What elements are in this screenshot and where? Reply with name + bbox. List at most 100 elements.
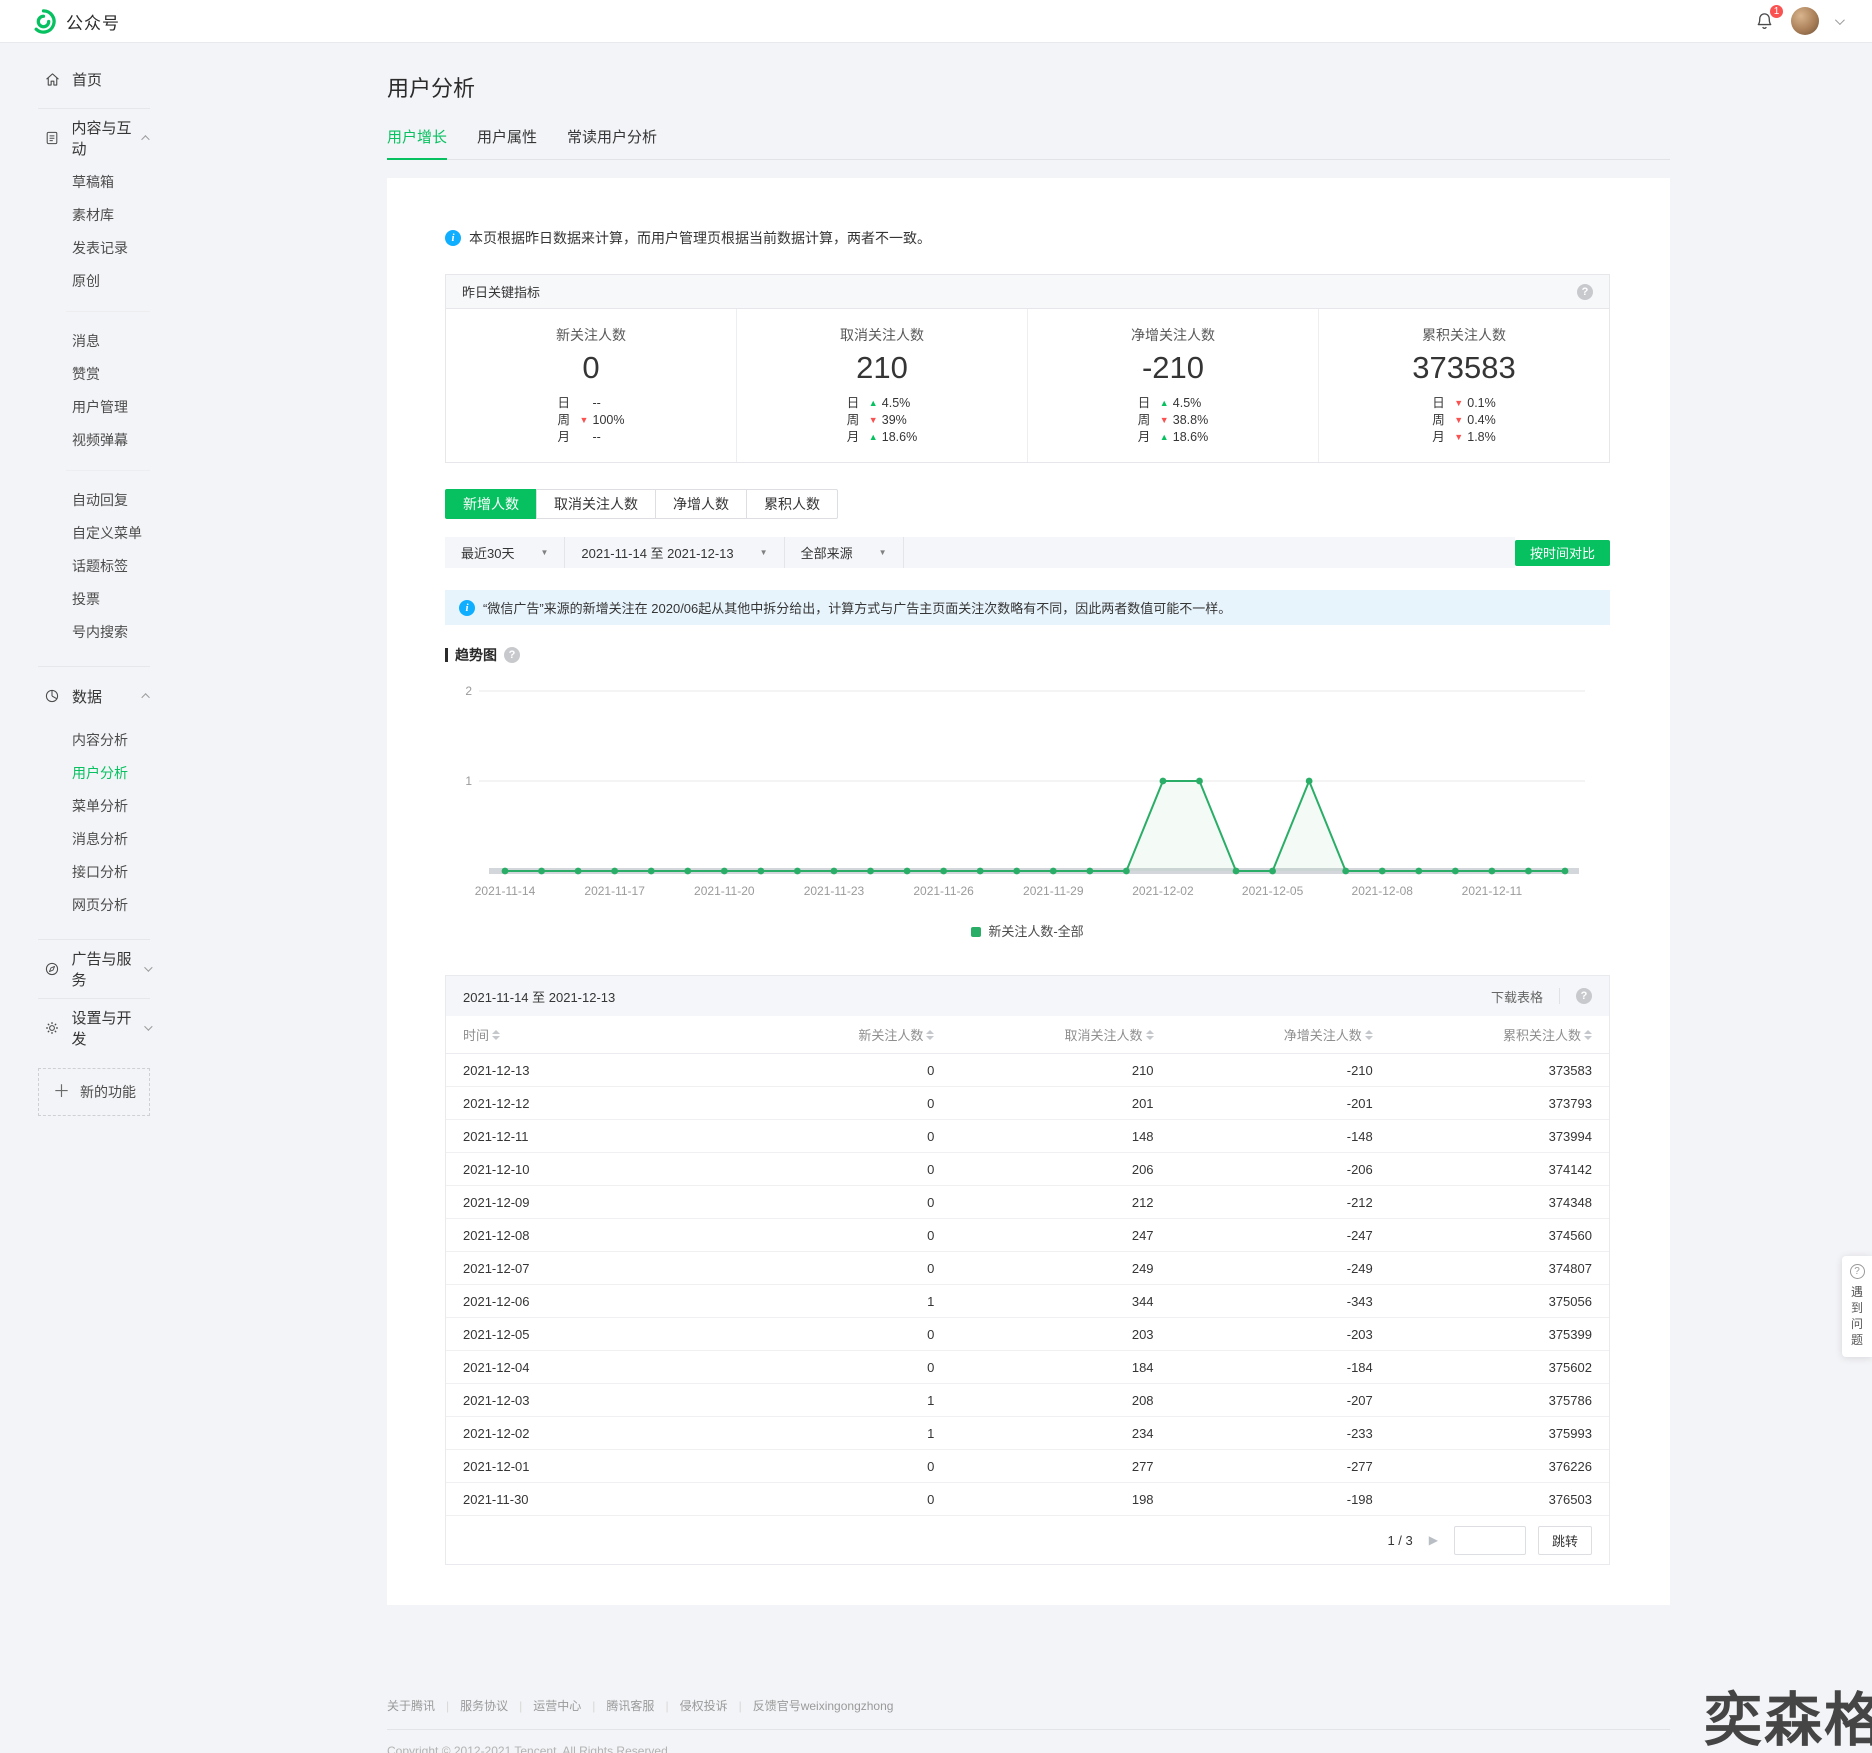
trend-row: 周 ▼ 0.4% bbox=[1432, 412, 1496, 429]
trend-row: 月 -- bbox=[558, 429, 625, 446]
table-cell: 1 bbox=[715, 1393, 934, 1408]
table-cell: -184 bbox=[1154, 1360, 1373, 1375]
tab-user-attributes[interactable]: 用户属性 bbox=[477, 126, 537, 160]
table-cell: 376503 bbox=[1373, 1492, 1592, 1507]
divider bbox=[38, 998, 150, 999]
column-header-sort[interactable]: 时间 bbox=[463, 1025, 500, 1044]
notifications-button[interactable]: 1 bbox=[1754, 11, 1775, 32]
compare-by-time-button[interactable]: 按时间对比 bbox=[1515, 540, 1610, 566]
sidebar-item-web-analysis[interactable]: 网页分析 bbox=[0, 889, 180, 922]
sidebar-item-drafts[interactable]: 草稿箱 bbox=[0, 166, 180, 199]
sidebar-item-topic-tags[interactable]: 话题标签 bbox=[0, 550, 180, 583]
svg-text:2021-11-14: 2021-11-14 bbox=[475, 884, 536, 898]
notification-badge: 1 bbox=[1769, 4, 1784, 19]
range-preset-dropdown[interactable]: 最近30天 ▼ bbox=[445, 537, 565, 568]
sidebar-item-user-analysis[interactable]: 用户分析 bbox=[0, 757, 180, 790]
sidebar-item-rewards[interactable]: 赞赏 bbox=[0, 358, 180, 391]
column-header-sort[interactable]: 取消关注人数 bbox=[934, 1025, 1153, 1044]
sidebar-item-in-account-search[interactable]: 号内搜索 bbox=[0, 616, 180, 649]
metric-tab-unfollow[interactable]: 取消关注人数 bbox=[536, 489, 656, 519]
source-dropdown[interactable]: 全部来源 ▼ bbox=[785, 537, 904, 568]
sidebar-item-original[interactable]: 原创 bbox=[0, 265, 180, 298]
sidebar-item-auto-reply[interactable]: 自动回复 bbox=[0, 484, 180, 517]
table-header-row: 时间 新关注人数 取消关注人数 净增关注人数 累积关注人数 bbox=[446, 1016, 1609, 1054]
metric-tab-new-followers[interactable]: 新增人数 bbox=[445, 489, 537, 519]
sidebar-item-content-analysis[interactable]: 内容分析 bbox=[0, 724, 180, 757]
sidebar-item-new-features[interactable]: ＋ 新的功能 bbox=[38, 1068, 150, 1116]
column-header-sort[interactable]: 累积关注人数 bbox=[1373, 1025, 1592, 1044]
metric-value: 0 bbox=[446, 349, 736, 387]
footer-link[interactable]: 运营中心 bbox=[533, 1697, 581, 1714]
sidebar-item-message-analysis[interactable]: 消息分析 bbox=[0, 823, 180, 856]
chart-legend[interactable]: 新关注人数-全部 bbox=[445, 921, 1610, 945]
sidebar-section-settings-dev[interactable]: 设置与开发 bbox=[0, 1016, 180, 1040]
page-jump-input[interactable] bbox=[1454, 1526, 1526, 1555]
sidebar-section-content-interaction[interactable]: 内容与互动 bbox=[0, 126, 180, 150]
table-cell: 148 bbox=[934, 1129, 1153, 1144]
watermark: 奕森格 bbox=[1704, 1673, 1872, 1753]
help-icon[interactable]: ? bbox=[1577, 284, 1593, 300]
sidebar-item-video-danmu[interactable]: 视频弹幕 bbox=[0, 424, 180, 457]
chevron-down-icon bbox=[144, 1022, 152, 1030]
arrow-down-icon: ▼ bbox=[1160, 412, 1173, 429]
table-cell: -203 bbox=[1154, 1327, 1373, 1342]
page-jump-button[interactable]: 跳转 bbox=[1538, 1526, 1592, 1555]
metric-tab-net-growth[interactable]: 净增人数 bbox=[655, 489, 747, 519]
sidebar-item-vote[interactable]: 投票 bbox=[0, 583, 180, 616]
tab-user-growth[interactable]: 用户增长 bbox=[387, 126, 447, 160]
source-value: 全部来源 bbox=[801, 543, 853, 562]
tab-regular-reader-analysis[interactable]: 常读用户分析 bbox=[567, 126, 657, 160]
table-row: 2021-12-070249-249374807 bbox=[446, 1252, 1609, 1285]
help-icon[interactable]: ? bbox=[504, 647, 520, 663]
filter-bar: 最近30天 ▼ 2021-11-14 至 2021-12-13 ▼ 全部来源 ▼ bbox=[445, 537, 1515, 568]
column-header-sort[interactable]: 净增关注人数 bbox=[1154, 1025, 1373, 1044]
table-cell: 2021-12-02 bbox=[463, 1426, 715, 1441]
sort-icon bbox=[1584, 1030, 1592, 1040]
chevron-down-icon[interactable] bbox=[1835, 15, 1845, 25]
sort-icon bbox=[926, 1030, 934, 1040]
trend-row: 周 ▼ 100% bbox=[558, 412, 625, 429]
help-icon[interactable]: ? bbox=[1576, 988, 1592, 1004]
sidebar-item-api-analysis[interactable]: 接口分析 bbox=[0, 856, 180, 889]
table-cell: 2021-12-04 bbox=[463, 1360, 715, 1375]
sidebar-item-user-management[interactable]: 用户管理 bbox=[0, 391, 180, 424]
table-cell: 373583 bbox=[1373, 1063, 1592, 1078]
download-table-button[interactable]: 下载表格 bbox=[1491, 987, 1543, 1006]
next-page-button[interactable]: ▶ bbox=[1425, 1529, 1442, 1551]
brand[interactable]: 公众号 bbox=[30, 8, 120, 35]
footer-link[interactable]: 腾讯客服 bbox=[606, 1697, 654, 1714]
footer: 关于腾讯|服务协议|运营中心|腾讯客服|侵权投诉|反馈官号weixingongz… bbox=[387, 1697, 1670, 1753]
compass-icon bbox=[44, 961, 60, 978]
svg-text:2021-11-26: 2021-11-26 bbox=[913, 884, 974, 898]
divider bbox=[66, 311, 150, 312]
table-cell: 2021-12-12 bbox=[463, 1096, 715, 1111]
brand-title: 公众号 bbox=[66, 9, 120, 34]
metric-tabs: 新增人数取消关注人数净增人数累积人数 bbox=[445, 489, 838, 519]
divider bbox=[387, 1729, 1670, 1730]
sidebar-item-material-library[interactable]: 素材库 bbox=[0, 199, 180, 232]
sidebar-section-data[interactable]: 数据 bbox=[0, 684, 180, 708]
date-range-dropdown[interactable]: 2021-11-14 至 2021-12-13 ▼ bbox=[565, 537, 784, 568]
metric-tab-cumulative[interactable]: 累积人数 bbox=[746, 489, 838, 519]
avatar[interactable] bbox=[1791, 7, 1819, 35]
sidebar-item-custom-menu[interactable]: 自定义菜单 bbox=[0, 517, 180, 550]
footer-link[interactable]: 侵权投诉 bbox=[680, 1697, 728, 1714]
footer-link[interactable]: 反馈官号weixingongzhong bbox=[753, 1697, 894, 1714]
ad-source-notice-text: “微信广告”来源的新增关注在 2020/06起从其他中拆分给出，计算方式与广告主… bbox=[483, 598, 1231, 617]
separator: | bbox=[592, 1699, 595, 1713]
footer-link[interactable]: 服务协议 bbox=[460, 1697, 508, 1714]
feedback-widget[interactable]: ? 遇到问题 bbox=[1842, 1256, 1872, 1357]
table-cell: -148 bbox=[1154, 1129, 1373, 1144]
column-header-sort[interactable]: 新关注人数 bbox=[715, 1025, 934, 1044]
document-icon bbox=[44, 130, 60, 147]
footer-link[interactable]: 关于腾讯 bbox=[387, 1697, 435, 1714]
sidebar-item-home[interactable]: 首页 bbox=[0, 67, 180, 91]
sidebar-item-menu-analysis[interactable]: 菜单分析 bbox=[0, 790, 180, 823]
table-cell: -210 bbox=[1154, 1063, 1373, 1078]
sidebar-item-messages[interactable]: 消息 bbox=[0, 325, 180, 358]
arrow-down-icon: ▼ bbox=[580, 412, 593, 429]
sidebar-section-ads-services[interactable]: 广告与服务 bbox=[0, 957, 180, 981]
date-range-value: 2021-11-14 至 2021-12-13 bbox=[581, 543, 733, 562]
table-cell: -201 bbox=[1154, 1096, 1373, 1111]
sidebar-item-publish-records[interactable]: 发表记录 bbox=[0, 232, 180, 265]
